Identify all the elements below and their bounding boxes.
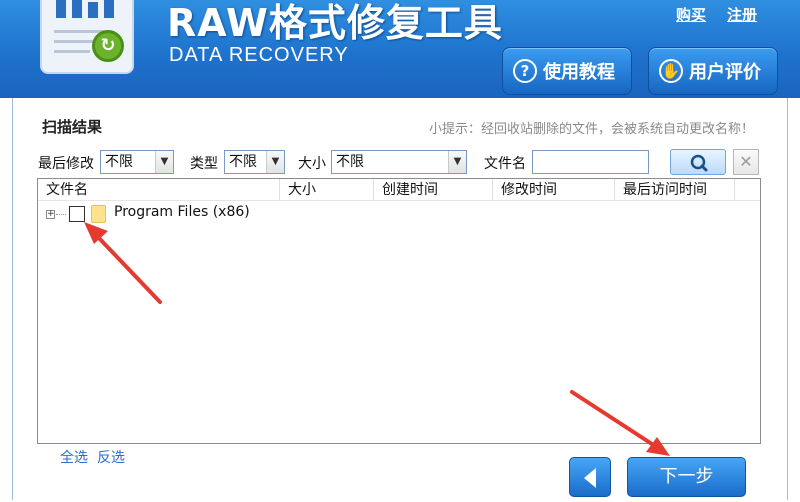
size-label: 大小 <box>298 156 326 172</box>
type-label: 类型 <box>190 156 218 172</box>
arrow-left-icon <box>584 468 596 488</box>
column-header-size[interactable]: 大小 <box>280 179 374 201</box>
last-modified-select[interactable]: 不限 ▼ <box>100 150 174 174</box>
app-window: ↻ RAW格式修复工具 DATA RECOVERY 购买 注册 ? 使用教程 ✋… <box>0 0 800 500</box>
file-list[interactable]: 文件名 大小 创建时间 修改时间 最后访问时间 + Program Files … <box>37 178 761 444</box>
expand-icon[interactable]: + <box>46 210 55 219</box>
type-value: 不限 <box>229 154 257 170</box>
tip-text: 小提示：经回收站删除的文件，会被系统自动更改名称！ <box>428 122 754 137</box>
app-subtitle: DATA RECOVERY <box>169 44 349 66</box>
app-logo: ↻ <box>40 0 134 74</box>
question-icon: ? <box>513 59 537 83</box>
column-header-name[interactable]: 文件名 <box>38 179 280 201</box>
header-banner: ↻ RAW格式修复工具 DATA RECOVERY 购买 注册 ? 使用教程 ✋… <box>0 0 800 98</box>
last-modified-value: 不限 <box>105 154 133 170</box>
filename-label: 文件名 <box>484 156 526 172</box>
search-button[interactable] <box>670 149 726 175</box>
tree-connector <box>56 214 66 215</box>
table-row[interactable]: + Program Files (x86) <box>38 203 760 225</box>
size-select[interactable]: 不限 ▼ <box>331 150 467 174</box>
file-list-header: 文件名 大小 创建时间 修改时间 最后访问时间 <box>38 179 760 201</box>
scan-results-title: 扫描结果 <box>42 118 103 136</box>
review-button[interactable]: ✋ 用户评价 <box>648 47 778 95</box>
app-title: RAW格式修复工具 <box>167 1 503 45</box>
last-modified-label: 最后修改 <box>38 156 94 172</box>
row-checkbox[interactable] <box>69 206 85 222</box>
chevron-down-icon: ▼ <box>155 151 173 173</box>
thumbs-icon: ✋ <box>659 59 683 83</box>
chevron-down-icon: ▼ <box>266 151 284 173</box>
close-icon: ✕ <box>739 152 753 171</box>
column-header-last-access[interactable]: 最后访问时间 <box>615 179 735 201</box>
folder-icon <box>91 205 106 223</box>
review-button-label: 用户评价 <box>689 62 761 83</box>
filename-input[interactable] <box>532 150 649 174</box>
back-button[interactable] <box>569 457 611 497</box>
buy-link[interactable]: 购买 <box>676 4 706 25</box>
invert-selection-link[interactable]: 反选 <box>97 447 125 467</box>
column-header-created[interactable]: 创建时间 <box>374 179 493 201</box>
type-select[interactable]: 不限 ▼ <box>224 150 285 174</box>
tutorial-button-label: 使用教程 <box>543 62 615 83</box>
tutorial-button[interactable]: ? 使用教程 <box>502 47 632 95</box>
file-name: Program Files (x86) <box>114 204 250 220</box>
register-link[interactable]: 注册 <box>727 4 757 25</box>
chevron-down-icon: ▼ <box>448 151 466 173</box>
recycle-icon: ↻ <box>92 30 124 62</box>
size-value: 不限 <box>336 154 364 170</box>
select-all-link[interactable]: 全选 <box>60 447 88 467</box>
search-icon <box>690 154 708 172</box>
column-header-modified[interactable]: 修改时间 <box>493 179 615 201</box>
clear-button[interactable]: ✕ <box>733 149 759 175</box>
next-button[interactable]: 下一步 <box>627 457 746 497</box>
